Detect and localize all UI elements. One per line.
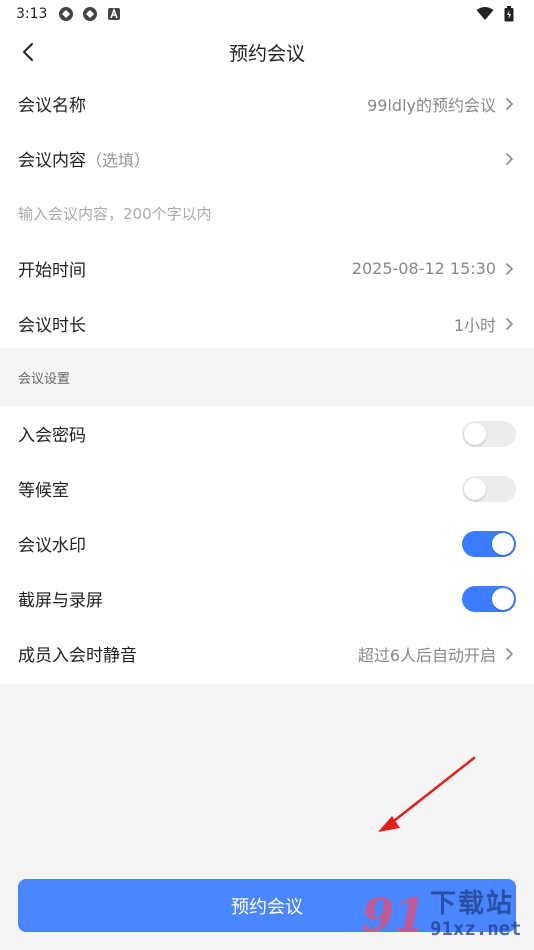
- waiting-room-toggle[interactable]: [462, 475, 516, 502]
- wifi-icon: [476, 5, 494, 23]
- meeting-content-row[interactable]: 会议内容 （选填）: [0, 131, 534, 186]
- mute-label: 成员入会时静音: [18, 646, 137, 666]
- screenshot-toggle[interactable]: [462, 585, 516, 612]
- meeting-name-label: 会议名称: [18, 96, 86, 116]
- mute-value: 超过6人后自动开启: [357, 645, 496, 665]
- status-icons-left: [57, 5, 123, 23]
- toggle-knob: [464, 477, 486, 500]
- a-badge-icon: [105, 5, 123, 23]
- chevron-right-icon: [502, 262, 516, 276]
- status-bar: 3:13: [0, 0, 534, 28]
- page-title: 预约会议: [228, 42, 305, 65]
- battery-icon: [500, 5, 518, 23]
- mute-row[interactable]: 成员入会时静音 超过6人后自动开启: [0, 626, 534, 681]
- meeting-name-row[interactable]: 会议名称 99ldly的预约会议: [0, 76, 534, 131]
- watermark-text: 下载站: [430, 889, 515, 920]
- watermark-logo-mark: 91: [362, 888, 427, 942]
- chevron-right-icon: [502, 647, 516, 661]
- back-button[interactable]: [10, 34, 46, 70]
- start-time-row[interactable]: 开始时间 2025-08-12 15:30: [0, 241, 534, 296]
- start-time-label: 开始时间: [18, 261, 86, 281]
- status-icons-right: [476, 5, 518, 23]
- meeting-content-label: 会议内容: [18, 151, 86, 171]
- chevron-right-icon: [502, 317, 516, 331]
- duration-value: 1小时: [453, 315, 496, 335]
- site-watermark-logo: 91 下载站 91xz.net: [362, 880, 534, 950]
- watermark-toggle[interactable]: [462, 530, 516, 557]
- meeting-info-section: 会议名称 99ldly的预约会议 会议内容 （选填） 输入会议内容，200个字以…: [0, 76, 534, 348]
- settings-section: 入会密码 等候室 会议水印 截屏与录屏 成员入会时静音 超过6人后自动开启: [0, 406, 534, 684]
- waiting-room-label: 等候室: [18, 481, 69, 501]
- toggle-knob: [492, 587, 514, 610]
- toggle-knob: [492, 532, 514, 555]
- app-icon: [57, 5, 75, 23]
- settings-group-title: 会议设置: [0, 348, 534, 406]
- status-time: 3:13: [16, 6, 48, 22]
- waiting-room-row: 等候室: [0, 461, 534, 516]
- chevron-left-icon: [22, 43, 33, 61]
- optional-hint: （选填）: [86, 150, 151, 170]
- duration-row[interactable]: 会议时长 1小时: [0, 296, 534, 351]
- meeting-content-placeholder: 输入会议内容，200个字以内: [18, 205, 212, 223]
- annotation-arrow-icon: [378, 756, 476, 832]
- top-app-bar: 预约会议: [0, 28, 534, 76]
- chevron-right-icon: [502, 152, 516, 166]
- toggle-knob: [464, 422, 486, 445]
- schedule-meeting-label: 预约会议: [231, 896, 303, 918]
- watermark-label: 会议水印: [18, 536, 86, 556]
- screenshot-row: 截屏与录屏: [0, 571, 534, 626]
- watermark-row: 会议水印: [0, 516, 534, 571]
- password-row: 入会密码: [0, 406, 534, 461]
- password-label: 入会密码: [18, 426, 86, 446]
- start-time-value: 2025-08-12 15:30: [351, 259, 496, 278]
- chevron-right-icon: [502, 97, 516, 111]
- duration-label: 会议时长: [18, 316, 86, 336]
- password-toggle[interactable]: [462, 420, 516, 447]
- watermark-url: 91xz.net: [430, 917, 522, 940]
- meeting-name-value: 99ldly的预约会议: [367, 95, 496, 115]
- app-icon: [81, 5, 99, 23]
- screenshot-label: 截屏与录屏: [18, 591, 103, 611]
- meeting-content-input[interactable]: 输入会议内容，200个字以内: [0, 186, 534, 241]
